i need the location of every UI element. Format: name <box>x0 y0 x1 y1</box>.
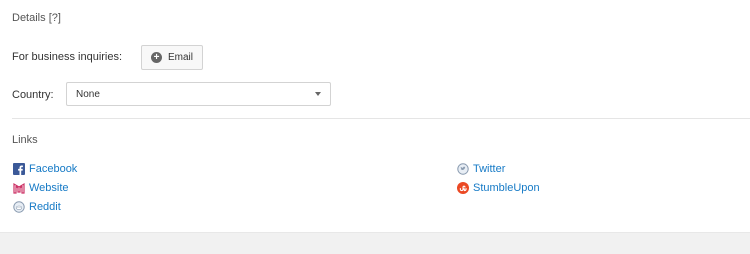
link-reddit[interactable]: Reddit <box>13 201 61 213</box>
plus-circle-icon: + <box>150 52 162 63</box>
chevron-down-icon <box>315 92 321 96</box>
details-heading-text: Details <box>12 12 46 24</box>
footer-bar <box>0 232 750 254</box>
website-icon <box>13 182 25 194</box>
link-website[interactable]: Website <box>13 182 69 194</box>
email-button[interactable]: + Email <box>141 45 203 70</box>
business-inquiries-label: For business inquiries: <box>12 51 123 63</box>
details-help-link[interactable]: [?] <box>49 12 61 24</box>
link-label: Website <box>29 182 69 194</box>
country-selected-value: None <box>76 88 100 100</box>
links-heading: Links <box>12 134 38 146</box>
twitter-icon <box>457 163 469 175</box>
link-label: StumbleUpon <box>473 182 540 194</box>
facebook-icon <box>13 163 25 175</box>
stumbleupon-icon <box>457 182 469 194</box>
section-divider <box>12 118 750 119</box>
channel-about-panel: Details [?] For business inquiries: + Em… <box>0 0 750 254</box>
reddit-icon <box>13 201 25 213</box>
country-select[interactable]: None <box>66 82 331 106</box>
link-label: Twitter <box>473 163 506 175</box>
link-facebook[interactable]: Facebook <box>13 163 77 175</box>
link-stumbleupon[interactable]: StumbleUpon <box>457 182 540 194</box>
link-twitter[interactable]: Twitter <box>457 163 505 175</box>
link-label: Reddit <box>29 201 61 213</box>
details-heading: Details [?] <box>12 12 61 24</box>
email-button-label: Email <box>167 52 193 63</box>
link-label: Facebook <box>29 163 78 175</box>
country-label: Country: <box>12 89 54 101</box>
